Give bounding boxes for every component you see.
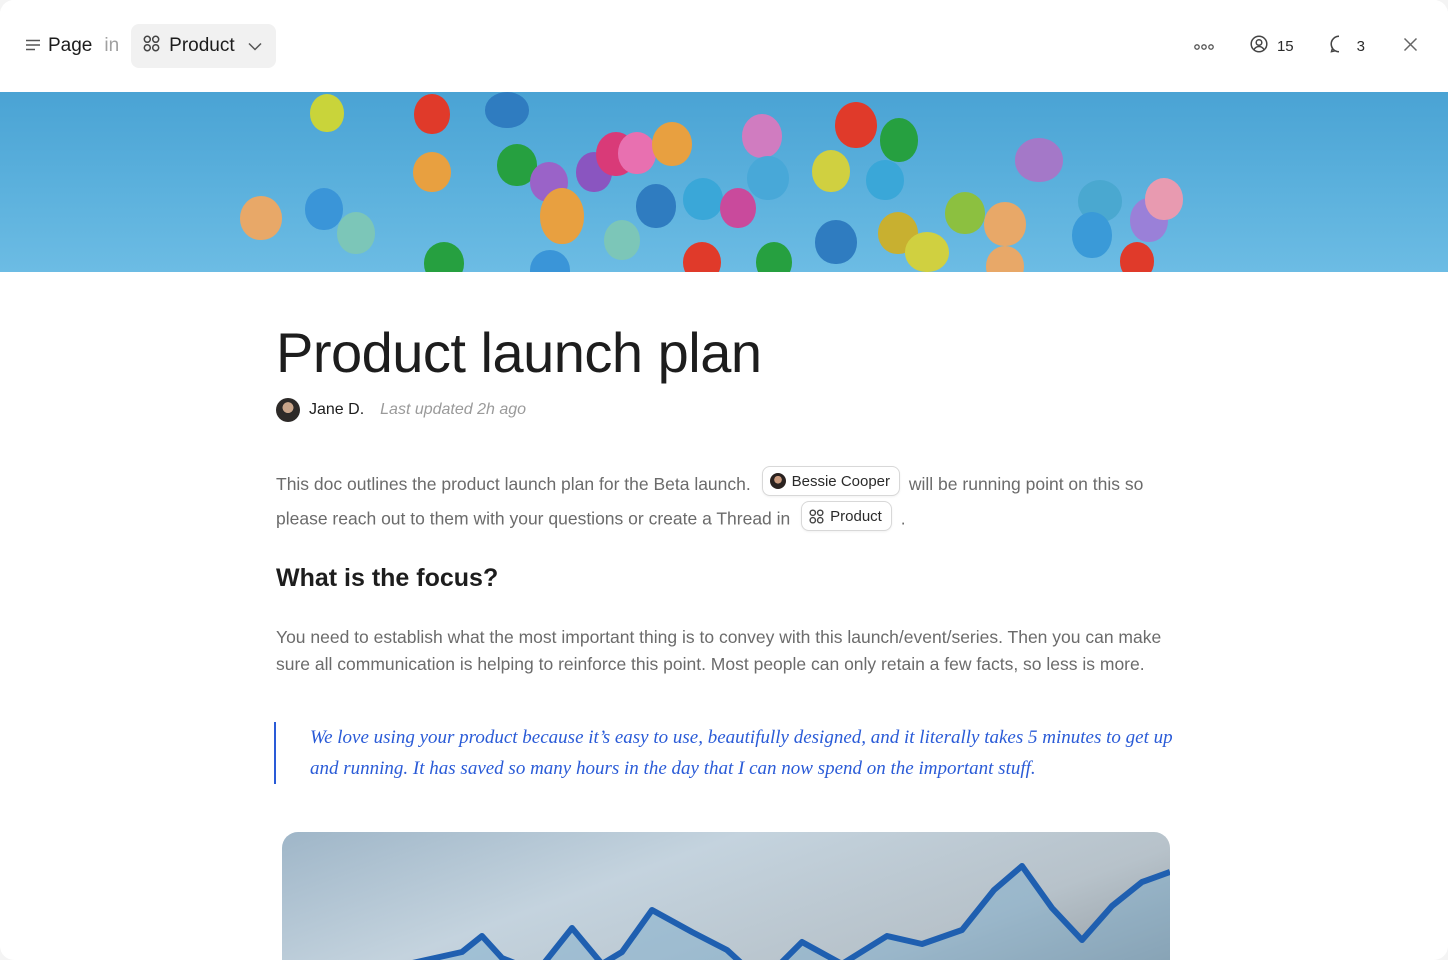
comments-button[interactable]: 3 [1330,35,1365,57]
cover-balloon [1145,178,1183,220]
cover-balloon [305,188,343,230]
cover-image [0,92,1448,272]
cover-balloon [652,122,692,166]
space-selector[interactable]: Product [131,24,276,68]
cover-balloon [424,242,464,272]
close-button[interactable] [1403,37,1418,56]
comments-count: 3 [1356,37,1365,55]
chart-area [426,866,1170,960]
cover-balloon [866,160,904,200]
menu-icon [26,35,40,57]
cover-balloon [618,132,656,174]
cover-balloon [756,242,792,272]
cover-balloon [485,92,529,128]
cover-balloon [815,220,857,264]
page-type-label: Page [48,35,93,56]
top-bar-actions: 15 3 [1194,24,1418,68]
more-icon [1194,38,1214,55]
chart-image-graphic [412,863,1170,960]
chart-image [282,832,1170,960]
page-type-button[interactable]: Page [26,35,92,57]
cover-balloon [835,102,877,148]
cover-balloon [604,220,640,260]
page-title: Product launch plan [276,321,762,384]
grid-icon [809,508,824,524]
last-updated: Last updated 2h ago [380,401,527,418]
cover-balloon [1120,242,1154,272]
top-bar: Page in Product 15 3 [0,0,1448,92]
space-name: Product [169,35,235,56]
cover-balloon [742,114,782,158]
page-window: Page in Product 15 3 Product launch plan… [0,0,1448,960]
cover-balloon [984,202,1026,246]
cover-balloon [310,94,344,132]
customer-quote: We love using your product because it’s … [274,722,1174,784]
cover-balloon [986,246,1024,272]
space-mention[interactable]: Product [801,501,892,531]
cover-balloon [905,232,949,272]
intro-paragraph: This doc outlines the product launch pla… [276,466,1176,536]
avatar [769,473,786,489]
more-button[interactable] [1194,38,1214,55]
cover-balloon [683,242,721,272]
person-mention[interactable]: Bessie Cooper [761,466,901,496]
cover-balloon [720,188,756,228]
cover-balloon [1015,138,1063,182]
cover-balloon [413,152,451,192]
cover-balloon [337,212,375,254]
cover-balloon [636,184,676,228]
watchers-count: 15 [1276,37,1294,55]
avatar[interactable] [276,398,300,422]
focus-paragraph: You need to establish what the most impo… [276,627,1162,674]
author-name[interactable]: Jane D. [309,401,364,419]
user-circle-icon [1250,35,1268,57]
cover-balloon [530,250,570,272]
intro-text-start: This doc outlines the product launch pla… [276,474,751,494]
byline: Jane D. Last updated 2h ago [276,398,526,422]
section-heading: What is the focus? [276,564,499,592]
comment-icon [1330,35,1348,57]
in-label: in [104,35,120,56]
space-mention-name: Product [830,507,882,525]
breadcrumb: Page in Product [26,24,276,68]
grid-icon [143,35,160,58]
intro-text-end: . [900,508,906,529]
cover-balloon [880,118,918,162]
cover-balloon [1072,212,1112,258]
close-icon [1403,37,1418,56]
cover-balloon [945,192,985,234]
watchers-button[interactable]: 15 [1250,35,1294,57]
cover-balloon [747,156,789,200]
cover-balloon [812,150,850,192]
cover-balloon [414,94,450,134]
person-mention-name: Bessie Cooper [791,472,891,490]
cover-balloon [540,188,584,244]
chevron-down-icon [248,42,262,51]
cover-balloon [683,178,723,220]
cover-balloon [240,196,282,240]
